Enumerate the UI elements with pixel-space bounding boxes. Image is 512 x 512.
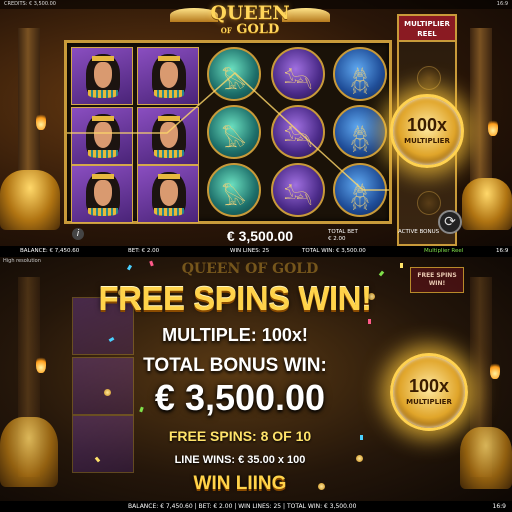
total-bonus-label: TOTAL BONUS WIN:: [143, 355, 327, 376]
treasure-pile: [462, 178, 512, 230]
aspect-ratio: 16:9: [492, 503, 506, 510]
win-line: [67, 71, 389, 191]
multiplier-value: 100x: [406, 115, 448, 135]
multiplier-reel-title: MULTIPLIER REEL: [399, 16, 455, 42]
multiplier-coin: 100x MULTIPLIER: [390, 353, 468, 431]
confetti: [400, 263, 403, 268]
multiple-label: MULTIPLE: 100x!: [162, 325, 308, 345]
coin-icon: [417, 191, 441, 215]
total-bonus-amount: € 3,500.00: [154, 377, 326, 418]
ghost-multiplier-reel: FREE SPINS WIN!: [410, 267, 464, 293]
confetti: [378, 270, 385, 277]
status-text: BALANCE: € 7,450.60 | BET: € 2.00 | WIN …: [128, 503, 357, 510]
game-screen-bottom: High resolution QUEEN OF GOLD FREE SPINS…: [0, 257, 512, 512]
reel-grid: 𓅃 𓅃 𓅃 𓃢 𓃢 𓃢 𓆣 𓆣 𓆣: [64, 40, 392, 224]
symbol-queen: [72, 415, 134, 473]
torch-icon: [488, 118, 498, 136]
total-bet: TOTAL BET € 2.00: [328, 229, 358, 242]
status-bar-top: BALANCE: € 7,450.60 BET: € 2.00 WIN LINE…: [0, 246, 512, 257]
treasure-pile: [0, 417, 58, 487]
multiplier-coin: 100x MULTIPLIER: [390, 94, 464, 168]
torch-icon: [36, 355, 46, 373]
headline: FREE SPINS WIN!: [98, 280, 372, 317]
confetti: [149, 260, 154, 267]
line-wins: LINE WINS: € 35.00 x 100: [174, 454, 306, 466]
balance: BALANCE: € 7,450.60: [20, 248, 80, 254]
logo-line1: QUEEN: [210, 2, 290, 24]
torch-icon: [490, 361, 500, 379]
coin-icon: [356, 455, 363, 462]
confetti: [126, 264, 133, 271]
win-lines: WIN LINES: 25: [230, 248, 270, 254]
win-amount: € 3,500.00: [226, 228, 294, 244]
mode-label: Multiplier Reel: [424, 248, 464, 254]
multiplier-value: 100x: [408, 376, 450, 396]
win-lining-label: WIN LIING: [193, 473, 287, 494]
info-icon[interactable]: i: [72, 228, 84, 240]
multiplier-sub-label: MULTIPLIER: [406, 398, 452, 406]
total-win: TOTAL WIN: € 3,500.00: [302, 248, 366, 254]
aspect-ratio: 16:9: [496, 1, 508, 7]
game-logo: QUEEN OF GOLD: [170, 0, 330, 42]
coin-icon: [104, 389, 111, 396]
free-spins-counter: FREE SPINS: 8 OF 10: [168, 428, 312, 444]
refresh-icon[interactable]: ⟳: [438, 210, 462, 234]
confetti: [360, 435, 363, 440]
treasure-pile: [460, 427, 512, 489]
torch-icon: [36, 112, 46, 130]
aspect-ratio: 16:9: [496, 248, 509, 254]
resolution-label: High resolution: [3, 258, 41, 264]
status-bar-bottom: BALANCE: € 7,450.60 | BET: € 2.00 | WIN …: [0, 501, 512, 512]
active-bonus-label: ACTIVE BONUS: [398, 229, 440, 235]
confetti: [368, 319, 371, 324]
game-screen-top: CREDITS: € 3,500.00 16:9 QUEEN OF GOLD 𓅃…: [0, 0, 512, 257]
treasure-pile: [0, 170, 60, 230]
ghost-logo: QUEEN OF GOLD: [181, 261, 319, 277]
logo-line2: OF GOLD: [220, 22, 280, 37]
credits-label: CREDITS: € 3,500.00: [4, 1, 56, 7]
coin-icon: [417, 66, 441, 90]
bet: BET: € 2.00: [128, 248, 160, 254]
multiplier-sub-label: MULTIPLIER: [404, 137, 450, 145]
